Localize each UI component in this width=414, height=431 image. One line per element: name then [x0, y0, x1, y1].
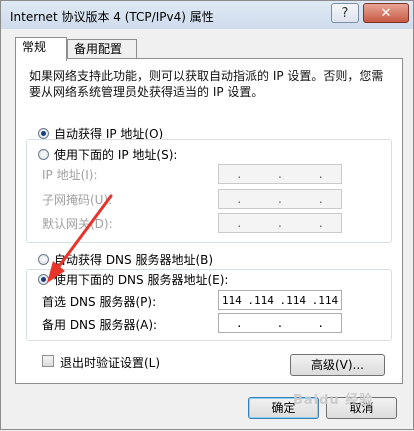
subnet-mask-input[interactable]: ... — [218, 189, 342, 209]
preferred-dns-label: 首选 DNS 服务器(P): — [42, 295, 157, 309]
window-title: Internet 协议版本 4 (TCP/IPv4) 属性 — [10, 10, 214, 24]
dns-auto-label: 自动获得 DNS 服务器地址(B) — [54, 252, 214, 267]
dns-manual-label: 使用下面的 DNS 服务器地址(E): — [54, 272, 229, 287]
alternate-dns-label: 备用 DNS 服务器(A): — [42, 318, 158, 332]
ipv4-properties-dialog: Internet 协议版本 4 (TCP/IPv4) 属性 ? ✕ 常规 备用配… — [0, 0, 414, 430]
validate-settings-checkbox[interactable] — [42, 355, 54, 367]
ip-manual-option[interactable]: 使用下面的 IP 地址(S): — [38, 146, 182, 162]
ip-address-input[interactable]: ... — [218, 164, 342, 184]
description-text: 如果网络支持此功能，则可以获取自动指派的 IP 设置。否则，您需要从网络系统管理… — [29, 69, 384, 99]
tab-alternate-configuration[interactable]: 备用配置 — [67, 39, 137, 59]
close-button[interactable]: ✕ — [363, 3, 409, 23]
help-button[interactable]: ? — [331, 3, 359, 23]
tab-general[interactable]: 常规 — [15, 37, 67, 61]
ip-address-label: IP 地址(I): — [42, 168, 98, 182]
dns-auto-option[interactable]: 自动获得 DNS 服务器地址(B) — [38, 251, 218, 267]
dns-manual-option[interactable]: 使用下面的 DNS 服务器地址(E): — [38, 271, 233, 287]
alternate-dns-input[interactable]: ... — [218, 313, 342, 333]
default-gateway-input[interactable]: ... — [218, 213, 342, 233]
title-bar: Internet 协议版本 4 (TCP/IPv4) 属性 ? ✕ — [1, 1, 413, 29]
general-tab-panel: 如果网络支持此功能，则可以获取自动指派的 IP 设置。否则，您需要从网络系统管理… — [15, 58, 403, 384]
preferred-dns-input[interactable]: 114.114.114.114 — [218, 290, 342, 310]
default-gateway-label: 默认网关(D): — [42, 217, 113, 231]
dns-auto-radio[interactable] — [38, 253, 49, 265]
ip-auto-radio[interactable] — [38, 127, 49, 139]
dns-manual-radio[interactable] — [38, 273, 49, 285]
ip-manual-label: 使用下面的 IP 地址(S): — [54, 147, 178, 162]
validate-settings-label: 退出时验证设置(L) — [60, 356, 161, 370]
ip-manual-radio[interactable] — [38, 148, 49, 160]
advanced-button[interactable]: 高级(V)... — [290, 354, 385, 376]
watermark-text: Baidu 经验 — [293, 393, 374, 408]
subnet-mask-label: 子网掩码(U): — [42, 193, 113, 207]
